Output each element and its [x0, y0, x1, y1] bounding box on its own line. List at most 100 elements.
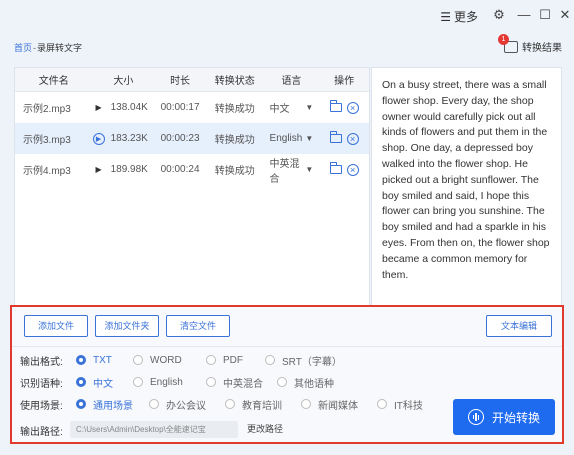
title-bar: ☰ 更多 ⚙ — ☐ ✕ [0, 0, 574, 30]
minimize-button[interactable]: — [515, 6, 533, 24]
format-option-pdf[interactable]: PDF [206, 355, 265, 366]
header-language: 语言 [281, 76, 302, 87]
header-filename: 文件名 [38, 76, 69, 87]
language-value: 中英混合 [269, 158, 300, 185]
breadcrumb-separator: - [33, 43, 37, 53]
radio-icon [133, 377, 143, 387]
scene-option-education[interactable]: 教育培训 [225, 397, 301, 412]
header-actions: 操作 [334, 76, 355, 87]
language-option-mixed[interactable]: 中英混合 [206, 375, 277, 390]
start-conversion-button[interactable]: 开始转换 [453, 399, 555, 435]
audio-wave-icon [467, 409, 484, 425]
file-duration: 00:00:24 [160, 164, 200, 175]
output-path-label: 输出路径: [20, 426, 63, 438]
output-format-label: 输出格式: [20, 356, 63, 368]
settings-panel: 添加文件 添加文件夹 清空文件 文本编辑 输出格式: TXT WORD PDF … [10, 305, 564, 444]
language-select[interactable]: 中文 ▼ [264, 100, 320, 115]
radio-icon [133, 355, 143, 365]
maximize-button[interactable]: ☐ [536, 6, 554, 24]
file-size: 138.04K [110, 102, 148, 113]
add-folder-button[interactable]: 添加文件夹 [95, 315, 159, 337]
language-value: English [269, 133, 303, 144]
scene-option-meeting[interactable]: 办公会议 [149, 397, 225, 412]
conversion-result-button[interactable]: 1 转换结果 [498, 33, 562, 54]
play-icon[interactable]: ▶ [93, 164, 105, 176]
scene-option-it[interactable]: IT科技 [377, 397, 423, 412]
radio-icon [277, 377, 287, 387]
play-icon[interactable]: ▶ [93, 102, 105, 114]
text-edit-button[interactable]: 文本编辑 [486, 315, 552, 337]
transcript-preview[interactable]: On a busy street, there was a small flow… [371, 67, 562, 306]
breadcrumb-home[interactable]: 首页 [14, 43, 32, 53]
file-duration: 00:00:17 [160, 102, 200, 113]
file-size: 189.98K [110, 164, 148, 175]
menu-icon: ☰ [440, 9, 451, 24]
radio-icon [76, 355, 86, 365]
more-label: 更多 [453, 10, 478, 24]
add-file-button[interactable]: 添加文件 [24, 315, 88, 337]
table-row[interactable]: 示例3.mp3 ▶ 183.23K 00:00:23 转换成功 English ▼ … [15, 123, 369, 154]
dropdown-arrow-icon: ▼ [305, 165, 314, 174]
change-path-button[interactable]: 更改路径 [247, 421, 283, 438]
file-status: 转换成功 [214, 104, 255, 115]
language-select[interactable]: English ▼ [264, 133, 320, 144]
result-badge: 1 [498, 33, 509, 45]
output-format-row: 输出格式: TXT WORD PDF SRT（字幕） [20, 351, 342, 369]
header-duration: 时长 [170, 76, 191, 87]
delete-icon[interactable]: × [346, 132, 359, 145]
format-option-txt[interactable]: TXT [76, 355, 133, 366]
language-option-chinese[interactable]: 中文 [76, 375, 133, 390]
output-path-field[interactable]: C:\Users\Admin\Desktop\全能速记宝 [70, 421, 238, 438]
start-label: 开始转换 [491, 410, 540, 425]
clear-files-button[interactable]: 清空文件 [166, 315, 230, 337]
play-icon[interactable]: ▶ [92, 132, 105, 145]
scene-row: 使用场景: 通用场景 办公会议 教育培训 新闻媒体 IT科技 [20, 395, 423, 413]
delete-icon[interactable]: × [346, 163, 359, 176]
language-select[interactable]: 中英混合 ▼ [264, 155, 320, 185]
header-size: 大小 [113, 76, 134, 87]
more-menu-button[interactable]: ☰ 更多 [440, 8, 478, 25]
radio-icon [265, 355, 275, 365]
dropdown-arrow-icon: ▼ [305, 103, 314, 112]
language-value: 中文 [269, 104, 290, 115]
table-header: 文件名 大小 时长 转换状态 语言 操作 [15, 68, 369, 92]
file-buttons-row: 添加文件 添加文件夹 清空文件 文本编辑 [12, 307, 562, 347]
folder-icon[interactable] [329, 100, 342, 112]
language-option-english[interactable]: English [133, 377, 206, 388]
breadcrumb: 首页-录屏转文字 [14, 41, 82, 54]
close-button[interactable]: ✕ [556, 6, 574, 24]
format-option-srt[interactable]: SRT（字幕） [265, 353, 342, 368]
header-status: 转换状态 [214, 76, 255, 87]
file-status: 转换成功 [214, 135, 255, 146]
scene-option-news[interactable]: 新闻媒体 [301, 397, 377, 412]
file-size: 183.23K [110, 133, 148, 144]
language-row: 识别语种: 中文 English 中英混合 其他语种 [20, 373, 334, 391]
language-label: 识别语种: [20, 378, 63, 390]
breadcrumb-current: 录屏转文字 [37, 43, 83, 53]
table-row[interactable]: 示例4.mp3 ▶ 189.98K 00:00:24 转换成功 中英混合 ▼ × [15, 154, 369, 185]
file-name: 示例3.mp3 [23, 135, 71, 146]
scene-label: 使用场景: [20, 400, 63, 412]
file-table: 文件名 大小 时长 转换状态 语言 操作 示例2.mp3 ▶ 138.04K 00… [14, 67, 370, 306]
settings-icon[interactable]: ⚙ [490, 6, 508, 24]
folder-icon[interactable] [329, 131, 342, 143]
radio-icon [76, 377, 86, 387]
radio-icon [225, 399, 235, 409]
dropdown-arrow-icon: ▼ [305, 134, 314, 143]
radio-icon [206, 377, 216, 387]
file-duration: 00:00:23 [160, 133, 200, 144]
language-option-other[interactable]: 其他语种 [277, 375, 334, 390]
result-icon: 1 [498, 33, 518, 53]
radio-icon [377, 399, 387, 409]
scene-option-general[interactable]: 通用场景 [76, 397, 149, 412]
file-status: 转换成功 [214, 166, 255, 177]
folder-icon[interactable] [329, 162, 342, 174]
delete-icon[interactable]: × [346, 101, 359, 114]
radio-icon [76, 399, 86, 409]
radio-icon [206, 355, 216, 365]
result-label: 转换结果 [522, 43, 562, 54]
radio-icon [149, 399, 159, 409]
format-option-word[interactable]: WORD [133, 355, 206, 366]
file-name: 示例2.mp3 [23, 104, 71, 115]
table-row[interactable]: 示例2.mp3 ▶ 138.04K 00:00:17 转换成功 中文 ▼ × [15, 92, 369, 123]
